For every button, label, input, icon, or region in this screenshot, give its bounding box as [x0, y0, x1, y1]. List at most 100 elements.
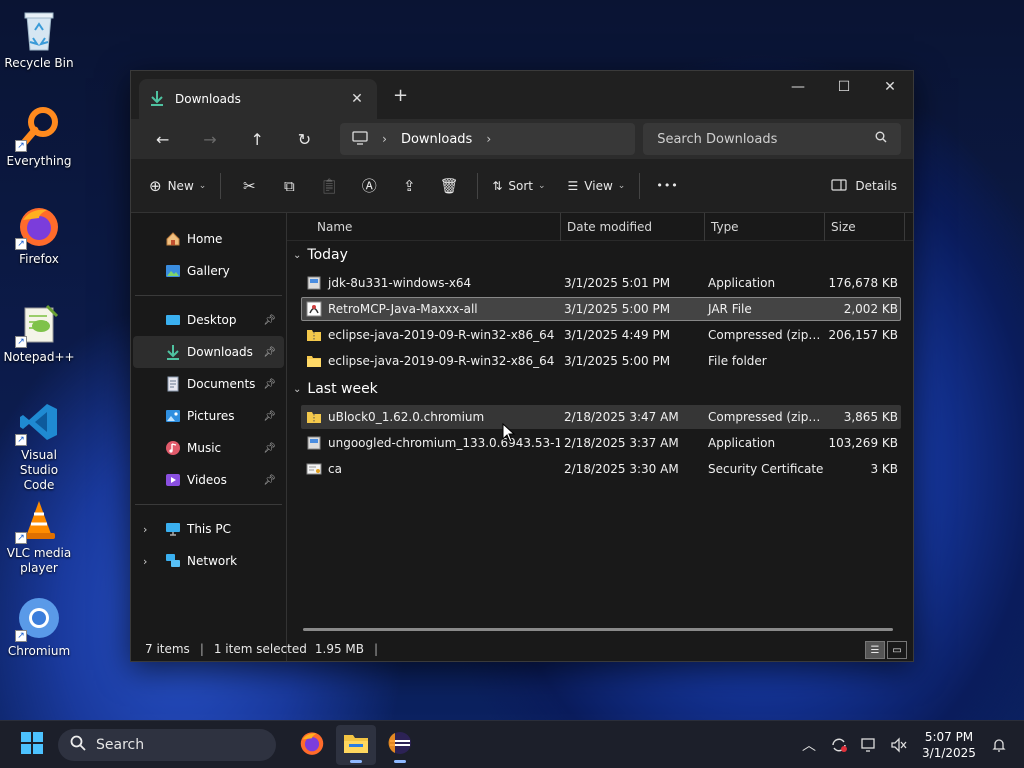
- horizontal-scrollbar[interactable]: [303, 628, 893, 631]
- desktop-icon-everything[interactable]: ↗ Everything: [4, 106, 74, 169]
- file-row-selected[interactable]: RetroMCP-Java-Maxxx-all 3/1/2025 5:00 PM…: [301, 297, 901, 321]
- paste-button[interactable]: 📋︎: [309, 170, 349, 202]
- forward-button[interactable]: →: [190, 124, 229, 154]
- cut-button[interactable]: ✂: [229, 170, 269, 202]
- sidebar-item-gallery[interactable]: Gallery: [133, 255, 284, 287]
- desktop-icon-vscode[interactable]: ↗ Visual Studio Code: [4, 400, 74, 493]
- chevron-right-icon[interactable]: ›: [143, 555, 147, 568]
- chevron-down-icon: ⌄: [537, 180, 546, 191]
- sidebar-divider: [135, 504, 282, 505]
- desktop-icon-firefox[interactable]: ↗ Firefox: [4, 204, 74, 267]
- breadcrumb-downloads[interactable]: Downloads: [401, 132, 472, 147]
- start-button[interactable]: [12, 725, 52, 765]
- file-row[interactable]: jdk-8u331-windows-x64 3/1/2025 5:01 PM A…: [301, 271, 901, 295]
- sidebar-item-pictures[interactable]: Pictures 📌︎: [133, 400, 284, 432]
- file-size: 176,678 KB: [828, 276, 898, 290]
- sidebar-item-this-pc[interactable]: › This PC: [133, 513, 284, 545]
- refresh-icon: ↻: [297, 129, 312, 149]
- show-hidden-icons-button[interactable]: ︿: [794, 735, 824, 755]
- group-header-today[interactable]: ⌄ Today: [287, 241, 913, 269]
- view-button[interactable]: ☰ View ⌄: [562, 170, 632, 202]
- search-placeholder: Search Downloads: [657, 131, 778, 147]
- sidebar-item-downloads[interactable]: Downloads 📌︎: [133, 336, 284, 368]
- file-row[interactable]: ungoogled-chromium_133.0.6943.53-1.1... …: [301, 431, 901, 455]
- desktop-icon-notepad-plus-plus[interactable]: ↗ Notepad++: [3, 302, 75, 365]
- taskbar-eclipse[interactable]: [380, 725, 420, 765]
- toolbar-divider: [639, 172, 641, 199]
- pin-icon[interactable]: 📌︎: [263, 315, 276, 326]
- taskbar-file-explorer[interactable]: [336, 724, 376, 765]
- gallery-icon: [165, 263, 181, 279]
- sidebar-item-videos[interactable]: Videos 📌︎: [133, 464, 284, 496]
- back-button[interactable]: ←: [143, 124, 182, 154]
- network-status-icon[interactable]: [854, 737, 884, 753]
- file-row-hovered[interactable]: uBlock0_1.62.0.chromium 2/18/2025 3:47 A…: [301, 405, 901, 429]
- file-row[interactable]: eclipse-java-2019-09-R-win32-x86_64 3/1/…: [301, 349, 901, 373]
- breadcrumb[interactable]: › Downloads ›: [340, 123, 636, 155]
- sidebar-item-documents[interactable]: Documents 📌︎: [133, 368, 284, 400]
- sort-button[interactable]: ⇅ Sort ⌄: [486, 170, 551, 202]
- file-name: ca: [328, 462, 342, 476]
- windows-logo-icon: [20, 731, 44, 758]
- update-status-icon[interactable]: [824, 737, 854, 753]
- volume-muted-icon[interactable]: [884, 737, 914, 753]
- title-bar: Downloads ✕ + — ☐ ✕: [131, 71, 913, 119]
- taskbar-firefox[interactable]: [292, 725, 332, 765]
- file-row[interactable]: ca 2/18/2025 3:30 AM Security Certificat…: [301, 457, 901, 481]
- pin-icon[interactable]: 📌︎: [263, 347, 276, 358]
- shortcut-arrow-icon: ↗: [15, 140, 27, 152]
- sidebar-item-label: This PC: [187, 522, 231, 536]
- chevron-right-icon[interactable]: ›: [486, 132, 491, 146]
- refresh-button[interactable]: ↻: [285, 124, 324, 154]
- firefox-icon: ↗: [15, 204, 61, 250]
- sidebar-item-home[interactable]: Home: [133, 223, 284, 255]
- up-button[interactable]: ↑: [238, 124, 277, 154]
- tab-downloads[interactable]: Downloads ✕: [139, 79, 377, 119]
- column-header-name[interactable]: Name: [287, 212, 561, 241]
- notifications-button[interactable]: [984, 737, 1014, 753]
- group-header-last-week[interactable]: ⌄ Last week: [287, 375, 913, 403]
- tiles-view-toggle[interactable]: ▭: [887, 641, 907, 659]
- desktop-icon-vlc[interactable]: ↗ VLC media player: [4, 498, 74, 576]
- close-window-button[interactable]: ✕: [867, 71, 913, 103]
- details-view-toggle[interactable]: ☰: [865, 641, 885, 659]
- network-icon: [165, 553, 181, 569]
- desktop-icon-chromium[interactable]: ↗ Chromium: [4, 596, 74, 659]
- details-pane-button[interactable]: Details: [831, 170, 897, 202]
- pin-icon[interactable]: 📌︎: [263, 411, 276, 422]
- pin-icon[interactable]: 📌︎: [263, 379, 276, 390]
- clock[interactable]: 5:07 PM 3/1/2025: [914, 729, 984, 761]
- sidebar-item-music[interactable]: Music 📌︎: [133, 432, 284, 464]
- jar-icon: [306, 301, 322, 317]
- file-size: 103,269 KB: [828, 436, 898, 450]
- status-selection-size: 1.95 MB: [314, 642, 365, 656]
- share-button[interactable]: ⇪: [389, 170, 429, 202]
- desktop-icon-recycle-bin[interactable]: Recycle Bin: [4, 8, 74, 71]
- delete-button[interactable]: 🗑︎: [429, 170, 469, 202]
- new-tab-button[interactable]: +: [393, 85, 408, 106]
- copy-button[interactable]: ⧉: [269, 170, 309, 202]
- column-header-size[interactable]: Size: [825, 212, 905, 241]
- minimize-button[interactable]: —: [775, 71, 821, 103]
- maximize-button[interactable]: ☐: [821, 71, 867, 103]
- column-header-date-modified[interactable]: Date modified: [561, 212, 705, 241]
- chevron-down-icon: ⌄: [293, 383, 302, 395]
- sidebar-item-desktop[interactable]: Desktop 📌︎: [133, 304, 284, 336]
- clipboard-icon: 📋︎: [319, 176, 339, 195]
- new-button[interactable]: ⊕ New ⌄: [143, 170, 212, 202]
- file-row[interactable]: eclipse-java-2019-09-R-win32-x86_64 3/1/…: [301, 323, 901, 347]
- file-size: 3,865 KB: [843, 410, 898, 424]
- download-arrow-icon: [165, 344, 181, 360]
- file-date: 2/18/2025 3:47 AM: [564, 410, 679, 424]
- pin-icon[interactable]: 📌︎: [263, 475, 276, 486]
- taskbar-search[interactable]: Search: [58, 728, 276, 761]
- close-tab-button[interactable]: ✕: [347, 91, 367, 107]
- chevron-right-icon[interactable]: ›: [143, 523, 147, 536]
- mouse-pointer-icon: [502, 422, 516, 446]
- more-options-button[interactable]: •••: [648, 170, 686, 202]
- rename-button[interactable]: Ⓐ: [349, 170, 389, 202]
- sidebar-item-network[interactable]: › Network: [133, 545, 284, 577]
- pin-icon[interactable]: 📌︎: [263, 443, 276, 454]
- search-input[interactable]: Search Downloads: [643, 123, 901, 155]
- column-header-type[interactable]: Type: [705, 212, 825, 241]
